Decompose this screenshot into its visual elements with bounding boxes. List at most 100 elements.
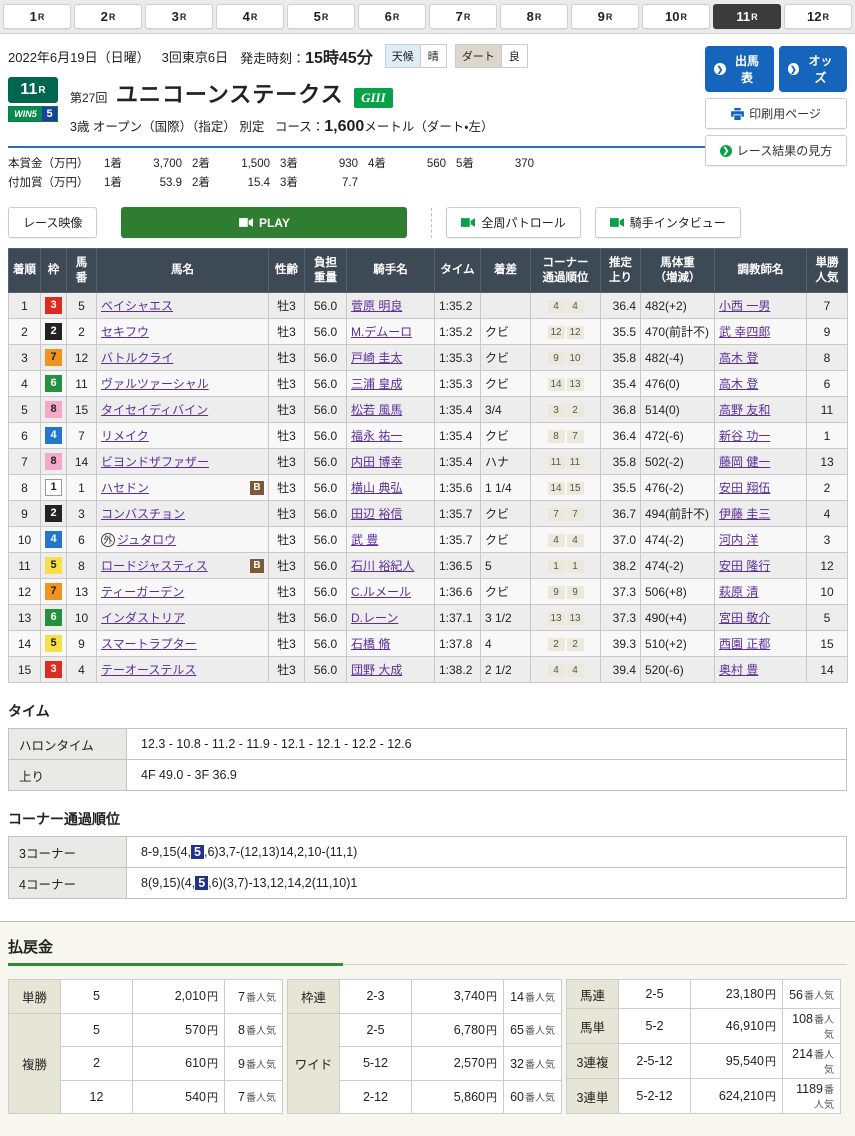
jockey-link[interactable]: 石橋 脩 xyxy=(351,637,390,651)
horse-name-link[interactable]: ジュタロウ xyxy=(117,533,176,547)
horse-name-link[interactable]: テーオーステルス xyxy=(101,663,196,677)
race-tab[interactable]: 10R xyxy=(642,4,710,29)
weight-carried: 56.0 xyxy=(305,501,347,527)
race-tab[interactable]: 2R xyxy=(74,4,142,29)
win-popularity: 10 xyxy=(807,579,848,605)
trainer-link[interactable]: 武 幸四郎 xyxy=(719,325,770,339)
horse-name-link[interactable]: インダストリア xyxy=(101,611,185,625)
race-tab[interactable]: 3R xyxy=(145,4,213,29)
frame-number-badge: 8 xyxy=(45,401,62,418)
horse-name-link[interactable]: リメイク xyxy=(101,429,149,443)
weight-carried: 56.0 xyxy=(305,345,347,371)
patrol-video-button[interactable]: 全周パトロール xyxy=(446,207,580,238)
trainer-link[interactable]: 高木 登 xyxy=(719,377,758,391)
horse-weight: 476(-2) xyxy=(641,475,715,501)
bracket-quinella-row: 枠連 2-3 3,740円 14番人気 xyxy=(288,980,562,1014)
print-button[interactable]: 印刷用ページ xyxy=(705,98,847,129)
header-action-buttons: ❯ 出馬表 ❯ オッズ 印刷用ページ ❯ レース結果の見方 xyxy=(705,46,847,166)
horse-name-link[interactable]: バトルクライ xyxy=(101,351,173,365)
race-tab[interactable]: 11R xyxy=(713,4,781,29)
jockey-link[interactable]: 田辺 裕信 xyxy=(351,507,402,521)
race-tab[interactable]: 8R xyxy=(500,4,568,29)
jockey-link[interactable]: 石川 裕紀人 xyxy=(351,559,414,573)
race-tab[interactable]: 4R xyxy=(216,4,284,29)
trainer-link[interactable]: 宮田 敬介 xyxy=(719,611,770,625)
jockey-link[interactable]: 武 豊 xyxy=(351,533,378,547)
race-tab-number: 9 xyxy=(598,9,605,24)
odds-button[interactable]: ❯ オッズ xyxy=(779,46,848,92)
frame-number-badge: 6 xyxy=(45,375,62,392)
trainer-cell: 新谷 功一 xyxy=(715,423,807,449)
horse-name-link[interactable]: ベイシャエス xyxy=(101,299,173,313)
race-number-nav: 1R 2R 3R 4R 5R 6R 7R 8R 9R 10R 11R 12R xyxy=(0,0,855,34)
race-tab[interactable]: 9R xyxy=(571,4,639,29)
entries-button[interactable]: ❯ 出馬表 xyxy=(705,46,774,92)
horse-name-link[interactable]: セキフウ xyxy=(101,325,149,339)
combination: 5 xyxy=(61,980,133,1014)
jockey-link[interactable]: 戸崎 圭太 xyxy=(351,351,402,365)
horse-name-link[interactable]: ロードジャスティス xyxy=(101,559,208,573)
payout-heading: 払戻金 xyxy=(8,936,847,965)
trainer-link[interactable]: 安田 翔伍 xyxy=(719,481,770,495)
jockey-link[interactable]: C.ルメール xyxy=(351,585,411,599)
race-tab[interactable]: 5R xyxy=(287,4,355,29)
col-horse-number: 馬番 xyxy=(67,249,97,293)
result-guide-button[interactable]: ❯ レース結果の見方 xyxy=(705,135,847,166)
jockey-link[interactable]: 松若 風馬 xyxy=(351,403,402,417)
race-tab[interactable]: 7R xyxy=(429,4,497,29)
win-popularity: 15 xyxy=(807,631,848,657)
horse-weight: 502(-2) xyxy=(641,449,715,475)
trainer-link[interactable]: 小西 一男 xyxy=(719,299,770,313)
jockey-link[interactable]: 横山 典弘 xyxy=(351,481,402,495)
trainer-link[interactable]: 新谷 功一 xyxy=(719,429,770,443)
jockey-link[interactable]: 福永 祐一 xyxy=(351,429,402,443)
trainer-link[interactable]: 河内 洋 xyxy=(719,533,758,547)
horse-name-link[interactable]: コンバスチョン xyxy=(101,507,185,521)
race-video-button[interactable]: レース映像 xyxy=(8,207,97,238)
frame-number-badge: 3 xyxy=(45,661,62,678)
weight-carried: 56.0 xyxy=(305,449,347,475)
horse-name-link[interactable]: ハセドン xyxy=(101,481,149,495)
trainer-link[interactable]: 藤岡 健一 xyxy=(719,455,770,469)
last-3f: 35.4 xyxy=(601,371,641,397)
jockey-cell: C.ルメール xyxy=(347,579,435,605)
trainer-cell: 安田 隆行 xyxy=(715,553,807,579)
jockey-link[interactable]: 三浦 皇成 xyxy=(351,377,402,391)
race-tab[interactable]: 12R xyxy=(784,4,852,29)
trainer-link[interactable]: 西園 正都 xyxy=(719,637,770,651)
trainer-link[interactable]: 高木 登 xyxy=(719,351,758,365)
trainer-link[interactable]: 高野 友和 xyxy=(719,403,770,417)
jockey-link[interactable]: M.デムーロ xyxy=(351,325,412,339)
trainer-link[interactable]: 伊藤 圭三 xyxy=(719,507,770,521)
table-row: 15 3 4 テーオーステルス 牡3 56.0 団野 大成 1:38.2 2 1… xyxy=(9,657,848,683)
trainer-link[interactable]: 安田 隆行 xyxy=(719,559,770,573)
race-tab[interactable]: 1R xyxy=(3,4,71,29)
horse-name-link[interactable]: ヴァルツァーシャル xyxy=(101,377,209,391)
trainer-link[interactable]: 萩原 清 xyxy=(719,585,758,599)
horse-name-link[interactable]: ティーガーデン xyxy=(101,585,184,599)
race-tab[interactable]: 6R xyxy=(358,4,426,29)
horse-name-link[interactable]: タイセイディバイン xyxy=(101,403,208,417)
corner-row: 3コーナー 8-9,15(4,5,6)3,7-(12,13)14,2,10-(1… xyxy=(9,837,847,868)
amount: 570円 xyxy=(133,1013,225,1047)
jockey-link[interactable]: 菅原 明良 xyxy=(351,299,402,313)
weather-badge: 天候 晴 xyxy=(385,44,447,68)
finish-position: 4 xyxy=(9,371,41,397)
col-weight-carried: 負担重量 xyxy=(305,249,347,293)
play-button[interactable]: PLAY xyxy=(121,207,407,238)
prize-item: 1着53.9 xyxy=(104,174,188,190)
last-3f: 35.5 xyxy=(601,319,641,345)
last-3f: 35.8 xyxy=(601,345,641,371)
jockey-link[interactable]: 団野 大成 xyxy=(351,663,402,677)
jockey-link[interactable]: D.レーン xyxy=(351,611,398,625)
finish-time: 1:35.2 xyxy=(435,319,481,345)
trainer-link[interactable]: 奥村 豊 xyxy=(719,663,758,677)
corner-positions: 1415 xyxy=(531,475,601,501)
jockey-interview-button[interactable]: 騎手インタビュー xyxy=(595,207,741,238)
horse-name-cell: バトルクライ xyxy=(97,345,269,371)
race-tab-number: 8 xyxy=(527,9,534,24)
horse-name-link[interactable]: スマートラプター xyxy=(101,637,197,651)
horse-name-link[interactable]: ビヨンドザファザー xyxy=(101,455,209,469)
jockey-link[interactable]: 内田 博幸 xyxy=(351,455,402,469)
finish-position: 1 xyxy=(9,293,41,319)
